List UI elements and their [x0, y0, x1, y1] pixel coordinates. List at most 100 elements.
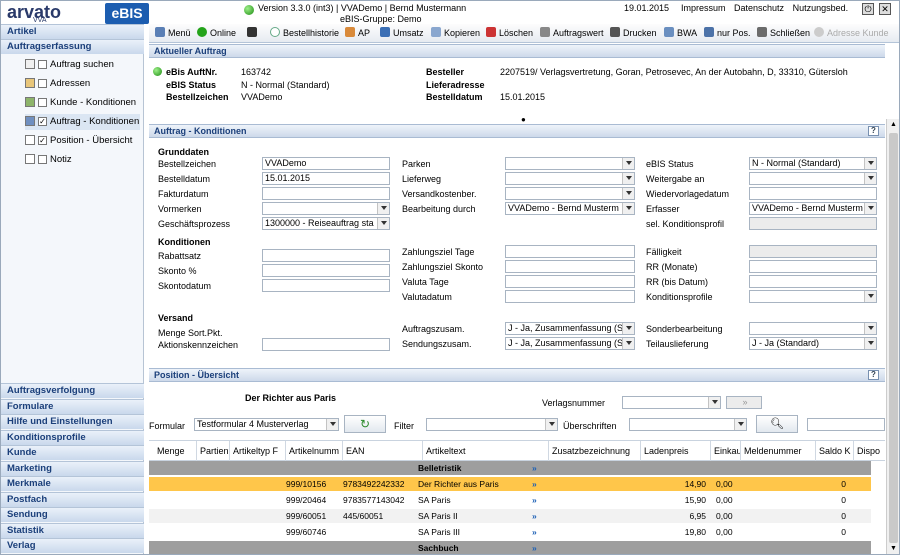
item-checkbox[interactable] — [38, 78, 47, 88]
sidebar-header-hilfe-und-einstellungen[interactable]: Hilfe und Einstellungen — [1, 414, 144, 429]
field-rr-monate[interactable] — [749, 260, 877, 273]
row-link-icon[interactable]: » — [532, 477, 542, 491]
field-teilauslieferung[interactable]: J - Ja (Standard) — [749, 337, 877, 350]
row-link-icon[interactable]: » — [532, 541, 542, 554]
search-button[interactable]: 🔍︎ — [756, 415, 798, 433]
table-group-row[interactable]: Sachbuch » — [149, 541, 871, 554]
vertical-scrollbar[interactable]: ▲ ▼ — [886, 119, 899, 554]
field-vormerken[interactable] — [262, 202, 390, 215]
sidebar-header-marketing[interactable]: Marketing — [1, 460, 144, 476]
field-rr-bis-datum[interactable] — [749, 275, 877, 288]
column-header-artikeltyp-f[interactable]: Artikeltyp F — [230, 441, 286, 462]
column-header-ean[interactable]: EAN — [343, 441, 423, 462]
column-header-saldo-k[interactable]: Saldo K — [816, 441, 854, 462]
bwa-button[interactable]: BWA — [664, 27, 697, 40]
column-header-partien[interactable]: Partien — [197, 441, 230, 462]
field-rabattsatz[interactable] — [262, 249, 390, 262]
sidebar-header-sendung[interactable]: Sendung — [1, 507, 144, 522]
field-bearbeitung-durch[interactable]: VVADemo - Bernd Musterm — [505, 202, 635, 215]
field-ebis-status[interactable]: N - Normal (Standard) — [749, 157, 877, 170]
help-icon[interactable]: ? — [868, 370, 879, 380]
column-header-zusatzbezeichnung[interactable]: Zusatzbezeichnung — [549, 441, 641, 462]
field-versandkostenber[interactable] — [505, 187, 635, 200]
sidebar-header-auftragserfassung[interactable]: Auftragserfassung — [1, 39, 144, 54]
close-icon[interactable]: ✕ — [879, 3, 891, 15]
column-header-artikelnumm[interactable]: Artikelnumm — [286, 441, 343, 462]
sidebar-header-kunde[interactable]: Kunde — [1, 445, 144, 460]
scroll-up-icon[interactable]: ▲ — [887, 119, 899, 131]
field-weitergabe-an[interactable] — [749, 172, 877, 185]
sidebar-header-auftragsverfolgung[interactable]: Auftragsverfolgung — [1, 383, 144, 398]
field-valuta-tage[interactable] — [505, 275, 635, 288]
field-konditionsprofile[interactable] — [749, 290, 877, 303]
sidebar-header-verlag[interactable]: Verlag — [1, 538, 144, 553]
field-gesch-ftsprozess[interactable]: 1300000 - Reiseauftrag sta — [262, 217, 390, 230]
logout-icon[interactable]: ⏻ — [862, 3, 874, 15]
column-header-einkau[interactable]: Einkau — [711, 441, 741, 462]
field-parken[interactable] — [505, 157, 635, 170]
sidebar-item-position-bersicht[interactable]: ✓ Position - Übersicht — [25, 133, 140, 149]
schliessen-button[interactable]: Schließen — [757, 27, 810, 40]
save-button[interactable] — [247, 27, 260, 40]
item-checkbox[interactable] — [38, 59, 47, 69]
field-bestellzeichen[interactable]: VVADemo — [262, 157, 390, 170]
table-row[interactable]: 999/20464 9783577143042 SA Paris 15,90 0,00 0… — [149, 493, 871, 507]
filter-select[interactable] — [426, 418, 558, 431]
kopieren-button[interactable]: Kopieren — [431, 27, 480, 40]
sidebar-item-kunde-konditionen[interactable]: Kunde - Konditionen — [25, 95, 140, 111]
link-impressum[interactable]: Impressum — [681, 3, 726, 13]
column-header-artikeltext[interactable]: Artikeltext — [423, 441, 549, 462]
refresh-button[interactable]: ↻ — [344, 415, 386, 433]
column-header-menge[interactable]: Menge — [154, 441, 197, 462]
item-checkbox[interactable]: ✓ — [38, 135, 47, 145]
field-zahlungsziel-skonto[interactable] — [505, 260, 635, 273]
sidebar-header-postfach[interactable]: Postfach — [1, 491, 144, 507]
row-link-icon[interactable]: » — [532, 509, 542, 523]
field-wiedervorlagedatum[interactable] — [749, 187, 877, 200]
online-button[interactable]: Online — [197, 27, 236, 40]
item-checkbox[interactable] — [38, 97, 47, 107]
sidebar-item-auftrag-suchen[interactable]: Auftrag suchen — [25, 57, 140, 73]
field-erfasser[interactable]: VVADemo - Bernd Musterm — [749, 202, 877, 215]
field-auftragszusam[interactable]: J - Ja, Zusammenfassung (S — [505, 322, 635, 335]
scroll-thumb[interactable] — [889, 133, 898, 543]
field-skontodatum[interactable] — [262, 279, 390, 292]
field-fakturdatum[interactable] — [262, 187, 390, 200]
item-checkbox[interactable]: ✓ — [38, 116, 47, 126]
column-header-ladenpreis[interactable]: Ladenpreis — [641, 441, 711, 462]
item-checkbox[interactable] — [38, 154, 47, 164]
table-row[interactable]: 999/10156 9783492242332 Der Richter aus Pa… — [149, 477, 871, 491]
sidebar-item-auftrag-konditionen[interactable]: ✓ Auftrag - Konditionen — [25, 114, 140, 130]
adresse-kunde-button[interactable]: Adresse Kunde — [814, 27, 889, 40]
app-name-tab[interactable]: eBIS — [105, 3, 149, 24]
auftragswert-button[interactable]: Auftragswert — [540, 27, 604, 40]
help-icon[interactable]: ? — [868, 126, 879, 136]
search-input[interactable] — [807, 418, 885, 431]
formular-select[interactable]: Testformular 4 Musterverlag — [194, 418, 339, 431]
ap-button[interactable]: AP — [345, 27, 370, 40]
field-bestelldatum[interactable]: 15.01.2015 — [262, 172, 390, 185]
field-aktionskennzeichen[interactable] — [262, 338, 390, 351]
row-link-icon[interactable]: » — [532, 525, 542, 539]
field-lieferweg[interactable] — [505, 172, 635, 185]
menu-button[interactable]: Menü — [155, 27, 191, 40]
field-zahlungsziel-tage[interactable] — [505, 245, 635, 258]
field-sendungszusam[interactable]: J - Ja, Zusammenfassung (S — [505, 337, 635, 350]
scroll-down-icon[interactable]: ▼ — [887, 543, 899, 554]
link-nutzungsbed[interactable]: Nutzungsbed. — [793, 3, 849, 13]
loeschen-button[interactable]: Löschen — [486, 27, 533, 40]
sidebar-header-merkmale[interactable]: Merkmale — [1, 476, 144, 491]
table-row[interactable]: 999/60746 SA Paris III 19,80 0,00 0 » — [149, 525, 871, 539]
sidebar-header-formulare[interactable]: Formulare — [1, 398, 144, 414]
umsatz-button[interactable]: Umsatz — [380, 27, 424, 40]
column-header-dispo[interactable]: Dispo — [854, 441, 890, 462]
sidebar-header-statistik[interactable]: Statistik — [1, 522, 144, 538]
verlagsnummer-go-button[interactable]: » — [726, 396, 762, 409]
sidebar-header-konditionsprofile[interactable]: Konditionsprofile — [1, 429, 144, 445]
column-header-meldenummer[interactable]: Meldenummer — [741, 441, 816, 462]
nur-pos-button[interactable]: nur Pos. — [704, 27, 751, 40]
field-skonto[interactable] — [262, 264, 390, 277]
field-valutadatum[interactable] — [505, 290, 635, 303]
sidebar-item-adressen[interactable]: Adressen — [25, 76, 140, 92]
sidebar-item-notiz[interactable]: Notiz — [25, 152, 140, 168]
